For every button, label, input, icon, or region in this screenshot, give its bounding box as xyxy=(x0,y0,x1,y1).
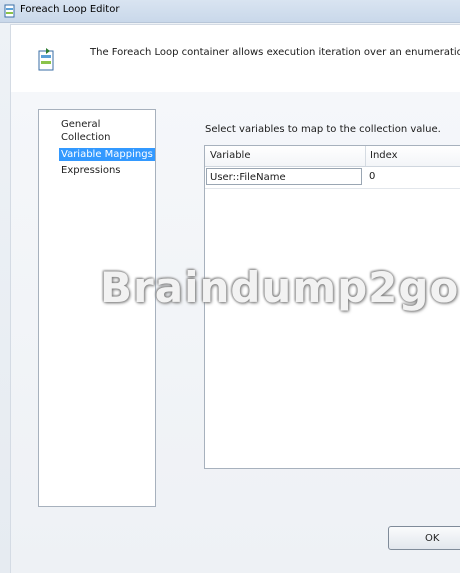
nav-item-expressions[interactable]: Expressions xyxy=(61,164,121,177)
header-panel: The Foreach Loop container allows execut… xyxy=(10,24,460,94)
ok-button[interactable]: OK xyxy=(388,526,460,550)
mappings-caption: Select variables to map to the collectio… xyxy=(205,124,441,135)
index-cell[interactable]: 0 xyxy=(369,171,375,182)
nav-item-collection[interactable]: Collection xyxy=(61,131,110,144)
column-header-index[interactable]: Index xyxy=(370,150,398,161)
nav-item-general[interactable]: General xyxy=(61,118,100,131)
window-title: Foreach Loop Editor xyxy=(20,4,120,15)
foreach-loop-icon xyxy=(4,4,15,18)
header-description: The Foreach Loop container allows execut… xyxy=(90,47,460,58)
table-row[interactable]: User::FileName 0 xyxy=(205,167,460,189)
column-separator[interactable] xyxy=(365,146,366,166)
foreach-container-icon xyxy=(38,48,54,71)
foreach-loop-editor-window: Foreach Loop Editor The Foreach Loop con… xyxy=(0,0,460,573)
grid-header: Variable Index xyxy=(205,146,460,167)
watermark-text: Braindump2go xyxy=(100,263,460,312)
nav-item-variable-mappings[interactable]: Variable Mappings xyxy=(59,148,155,161)
variable-cell[interactable]: User::FileName xyxy=(206,168,362,185)
column-header-variable[interactable]: Variable xyxy=(210,150,251,161)
title-bar[interactable]: Foreach Loop Editor xyxy=(0,0,460,23)
